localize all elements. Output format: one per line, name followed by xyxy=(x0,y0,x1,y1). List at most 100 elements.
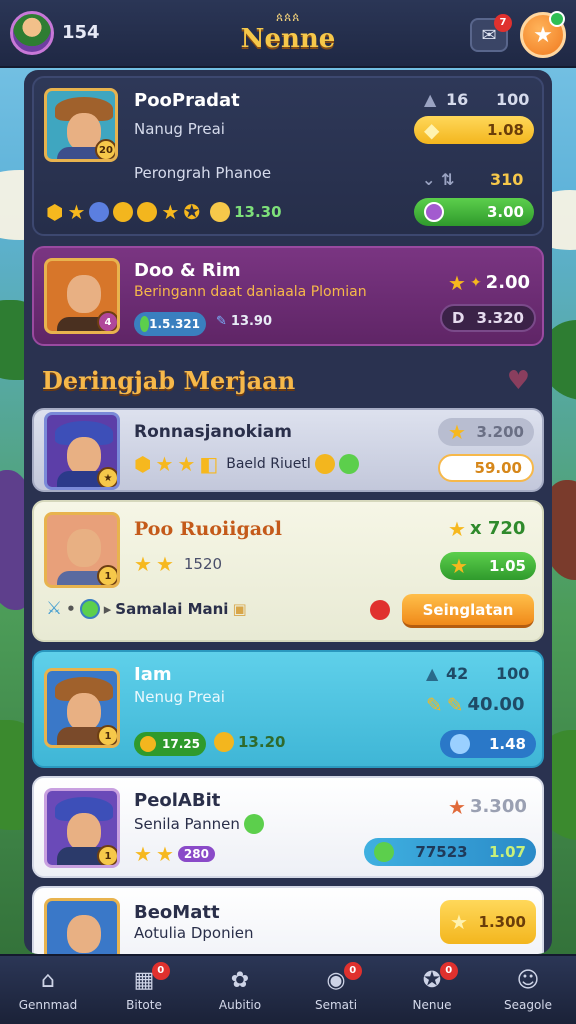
character-portrait: 20 xyxy=(44,88,118,162)
stat-top-b: 100 xyxy=(496,664,530,683)
paw-icon: ✿ xyxy=(230,968,250,993)
blue-pill[interactable]: 1.48 xyxy=(440,730,536,758)
list-item[interactable]: ★ Ronnasjanokiam ⬢ ★ ★ ◧ Baeld Riuetl ★ … xyxy=(32,408,544,492)
list-item[interactable]: 1 Poo Ruoiigaol ★ ★ 1520 ★ x 720 ★ 1.05 … xyxy=(32,500,544,642)
level-badge: 4 xyxy=(97,311,117,331)
card-name: PeolABit xyxy=(134,790,221,811)
nav-badge: 0 xyxy=(343,962,362,980)
card-name: PooPradat xyxy=(134,90,240,111)
list-item[interactable]: 1 Iam Nenug Preai 17.25 13.20 ▲ 42 100 ✎… xyxy=(32,650,544,768)
stat-mid: 310 xyxy=(490,170,524,189)
top-bar: 154 ጰጰጰ Nenne ✉ 7 ★ xyxy=(0,0,576,68)
reward-icons: ⬢ ★ ★ ✪ 13.30 xyxy=(46,200,282,224)
star-icon: ★ xyxy=(448,270,466,295)
star-icon: ★ xyxy=(161,200,180,224)
wand-icon: ✎ xyxy=(446,692,464,717)
gold-pill[interactable]: ◆ 1.08 xyxy=(414,116,534,144)
list-item[interactable]: BeoMatt Aotulia Dponien ★ 1.300 xyxy=(32,886,544,954)
green-gem-icon xyxy=(79,598,100,619)
coin-icon xyxy=(113,202,134,222)
upgrade-icon: ▲ xyxy=(424,90,437,109)
blue-gem-icon xyxy=(89,202,110,222)
stat-a: ★ x 720 xyxy=(448,516,526,541)
bottom-nav: ⌂ Gennmad ▦ 0 Bitote ✿ Aubitio ◉ 0 Semat… xyxy=(0,954,576,1024)
mail-badge: 7 xyxy=(494,14,512,32)
level-badge: 1 xyxy=(97,725,117,745)
star-icon: ★ xyxy=(155,552,174,576)
list-item[interactable]: 1 PeolABit Senila Pannen ★ ★ 280 ★ 3.300… xyxy=(32,776,544,878)
gem-icon xyxy=(424,202,444,222)
card-subtitle: Beringann daat daniaala Plomian xyxy=(134,284,367,300)
character-portrait: 1 xyxy=(44,668,120,748)
star-icon: ★ xyxy=(448,516,466,541)
nav-badge: 0 xyxy=(439,962,458,980)
nav-item-home[interactable]: ⌂ Gennmad xyxy=(0,956,96,1024)
list-item[interactable]: 4 Doo & Rim Beringann daat daniaala Plom… xyxy=(32,246,544,346)
star-badge xyxy=(549,11,565,27)
shield-icon: ⬢ xyxy=(134,452,152,476)
card-name: Ronnasjanokiam xyxy=(134,422,292,442)
card-name: Iam xyxy=(134,664,172,685)
character-portrait xyxy=(44,898,120,954)
section-title: Deringjab Merjaan xyxy=(42,366,296,395)
level-badge: 20 xyxy=(95,139,115,159)
nav-item-chat[interactable]: ◉ 0 Semati xyxy=(288,956,384,1024)
arrow-icon: • xyxy=(66,599,76,618)
chip-stat: ✎ 13.90 xyxy=(216,314,273,329)
scroll-icon: ▣ xyxy=(232,599,247,618)
heart-icon[interactable]: ♥ xyxy=(507,366,530,396)
price-pill[interactable]: D 3.320 xyxy=(440,304,536,332)
stat-a: ★ ✦ 2.00 xyxy=(448,270,531,295)
list-item[interactable]: 20 PooPradat Nanug Preai Perongrah Phano… xyxy=(32,76,544,236)
stat-pill: ★ 3.200 xyxy=(438,418,534,446)
stat-a: ★ 3.300 xyxy=(448,794,527,819)
green-pill[interactable]: 3.00 xyxy=(414,198,534,226)
card-subtitle: Nenug Preai xyxy=(134,688,225,706)
coin-icon xyxy=(140,736,156,752)
reward-icons: ⬢ ★ ★ ◧ Baeld Riuetl xyxy=(134,454,359,474)
star-icon: ★ xyxy=(177,452,196,476)
main-panel: 20 PooPradat Nanug Preai Perongrah Phano… xyxy=(24,70,552,954)
stat-top-a: 16 xyxy=(446,90,469,109)
nav-item-cards[interactable]: ▦ 0 Bitote xyxy=(96,956,192,1024)
star-rating: ★ ★ 280 xyxy=(134,844,215,864)
star-button[interactable]: ★ xyxy=(520,11,566,58)
card-name: BeoMatt xyxy=(134,902,220,923)
chip-coin: 17.25 xyxy=(134,732,206,756)
green-gem-icon xyxy=(338,454,359,474)
gold-pill[interactable]: ★ 1.300 xyxy=(440,900,536,944)
character-portrait: 1 xyxy=(44,512,120,588)
chip-stat: 13.20 xyxy=(214,732,285,752)
nav-item-profile[interactable]: ☺ Seagole xyxy=(480,956,576,1024)
star-icon: ★ xyxy=(450,910,468,934)
upgrade-icon: ▲ xyxy=(426,664,439,683)
green-pill[interactable]: ★ 1.05 xyxy=(440,552,536,580)
nav-item-menu[interactable]: ✪ 0 Nenue xyxy=(384,956,480,1024)
star-icon: ★ xyxy=(67,200,86,224)
blue-gem-icon xyxy=(450,734,470,754)
character-portrait: 1 xyxy=(44,788,120,868)
green-gem-icon xyxy=(140,316,150,332)
progress-bar[interactable]: 77523 1.07 xyxy=(364,838,536,866)
price-pill[interactable]: 59.00 xyxy=(438,454,534,482)
star-icon: ★ xyxy=(155,842,174,866)
nav-badge: 0 xyxy=(151,962,170,980)
stat-top-a: 42 xyxy=(446,664,469,683)
card-subtitle-row: Senila Pannen xyxy=(134,814,264,834)
coin-icon xyxy=(214,732,234,752)
star-icon: ★ xyxy=(448,794,466,819)
coin-icon xyxy=(137,202,158,222)
item-row: ⚔ • ▸ Samalai Mani ▣ xyxy=(46,598,247,619)
nav-item-pets[interactable]: ✿ Aubitio xyxy=(192,956,288,1024)
level-badge: ★ xyxy=(97,467,117,487)
action-button[interactable]: Seinglatan xyxy=(402,594,534,628)
green-gem-icon xyxy=(374,842,394,862)
shield-icon: ⬢ xyxy=(46,200,64,224)
character-portrait: ★ xyxy=(44,412,120,490)
star-icon: ★ xyxy=(450,554,468,578)
stat-top-b: 100 xyxy=(496,90,530,109)
red-gem-icon xyxy=(370,600,390,620)
star-icon: ★ xyxy=(155,452,174,476)
mail-button[interactable]: ✉ 7 xyxy=(470,14,512,52)
character-portrait: 4 xyxy=(44,258,120,334)
